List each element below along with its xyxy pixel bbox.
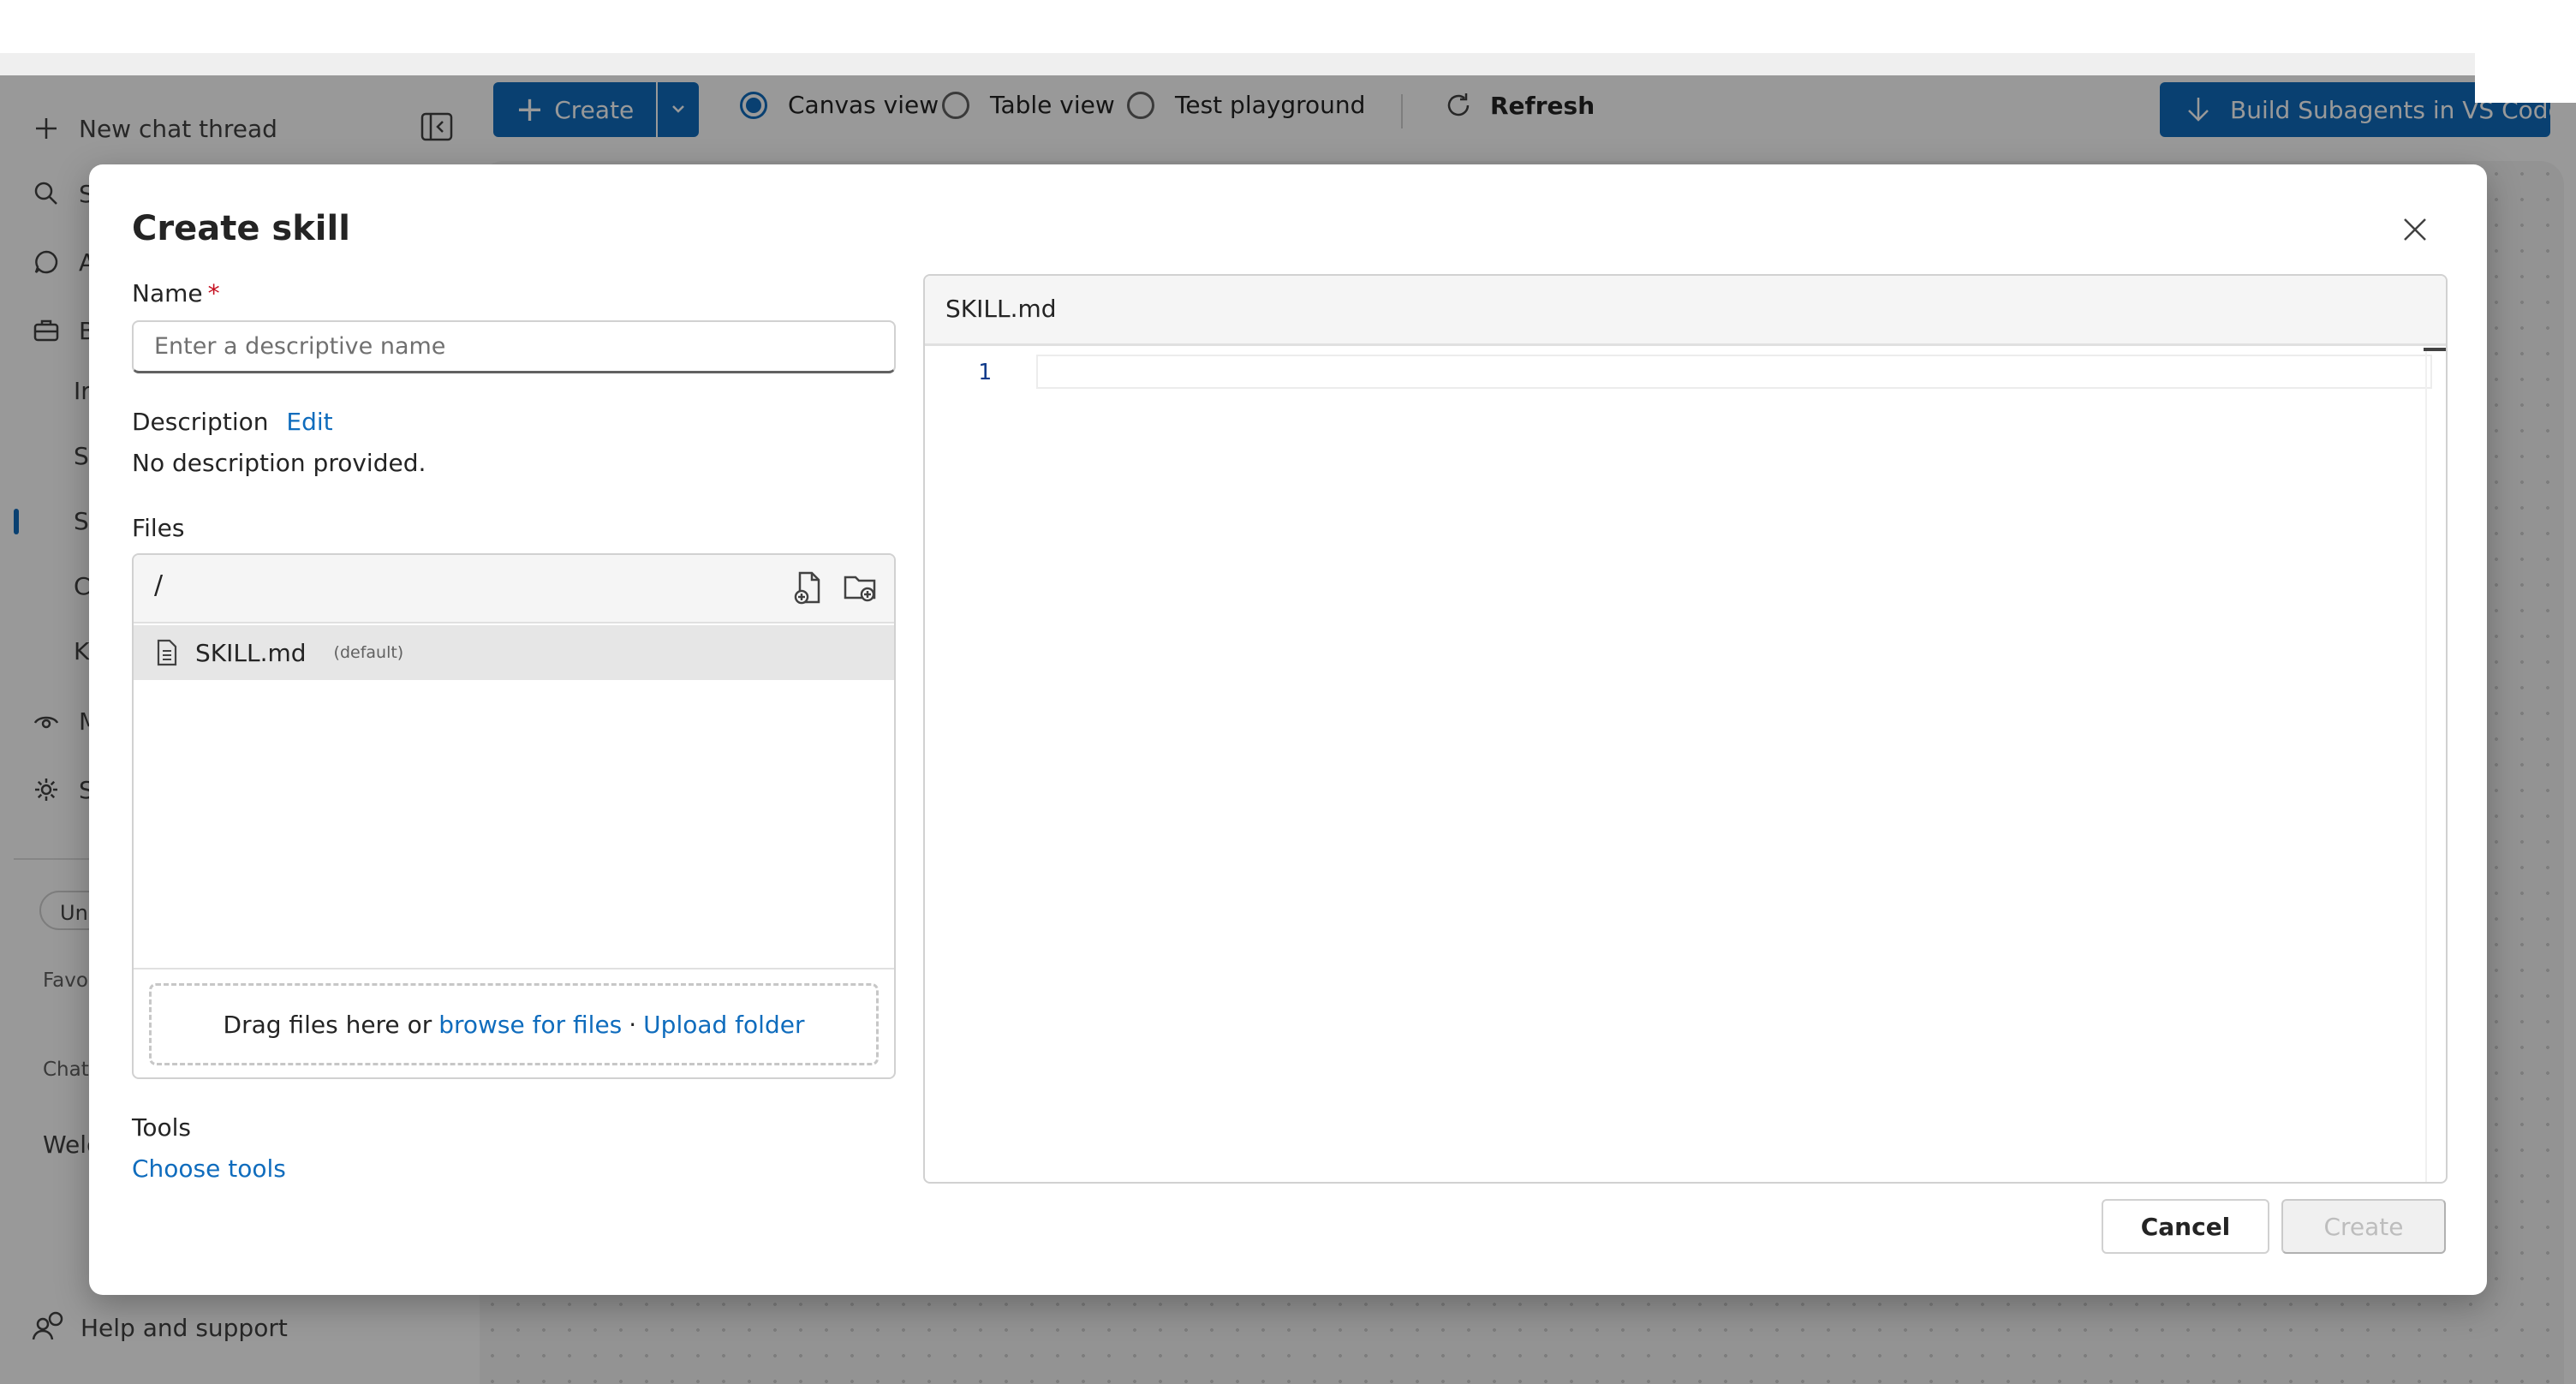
top-bar	[0, 0, 2576, 53]
name-label-text: Name	[132, 279, 203, 307]
file-name: SKILL.md	[195, 638, 307, 667]
new-file-button[interactable]	[791, 570, 826, 608]
close-icon	[2402, 217, 2428, 246]
drop-text: Drag files here or	[223, 1010, 432, 1039]
browse-files-link[interactable]: browse for files	[438, 1011, 622, 1039]
description-label: Description	[132, 408, 269, 436]
document-icon	[154, 638, 180, 667]
cancel-button[interactable]: Cancel	[2102, 1199, 2269, 1254]
editor-header: SKILL.md	[925, 276, 2446, 346]
editor-scrollbar[interactable]	[2425, 348, 2427, 1182]
files-label: Files	[132, 514, 185, 542]
default-tag: (default)	[333, 643, 404, 662]
current-path: /	[154, 570, 164, 600]
description-value: No description provided.	[132, 449, 426, 477]
files-separator	[134, 968, 894, 969]
file-explorer: / SKILL.md (default) Drag files here or …	[132, 553, 896, 1079]
line-number: 1	[978, 360, 992, 385]
file-explorer-header: /	[134, 555, 894, 623]
choose-tools-link[interactable]: Choose tools	[132, 1154, 286, 1183]
corner-block	[2475, 53, 2576, 103]
name-input[interactable]	[132, 320, 896, 373]
create-skill-button[interactable]: Create	[2281, 1199, 2446, 1254]
dialog-title: Create skill	[132, 209, 350, 248]
upload-folder-link[interactable]: Upload folder	[643, 1011, 804, 1039]
file-item-skill-md[interactable]: SKILL.md (default)	[134, 625, 894, 680]
editor-tab[interactable]: SKILL.md	[945, 295, 1057, 323]
new-folder-button[interactable]	[843, 572, 877, 606]
sub-bar	[0, 53, 2576, 75]
overview-ruler-marker	[2424, 348, 2446, 351]
link-separator: ·	[629, 1010, 637, 1039]
name-label: Name *	[132, 279, 220, 307]
new-file-icon	[793, 570, 824, 608]
close-button[interactable]	[2396, 212, 2434, 250]
required-mark: *	[207, 279, 220, 307]
create-skill-dialog: Create skill Name* Description Edit No d…	[89, 164, 2487, 1295]
description-row: Description Edit	[132, 408, 333, 436]
tools-label: Tools	[132, 1113, 191, 1142]
code-editor: SKILL.md 1	[923, 274, 2448, 1184]
editor-text-area[interactable]	[1036, 355, 2432, 389]
file-dropzone[interactable]: Drag files here or browse for files · Up…	[149, 983, 879, 1065]
new-folder-icon	[843, 572, 877, 606]
description-edit-link[interactable]: Edit	[286, 408, 332, 436]
